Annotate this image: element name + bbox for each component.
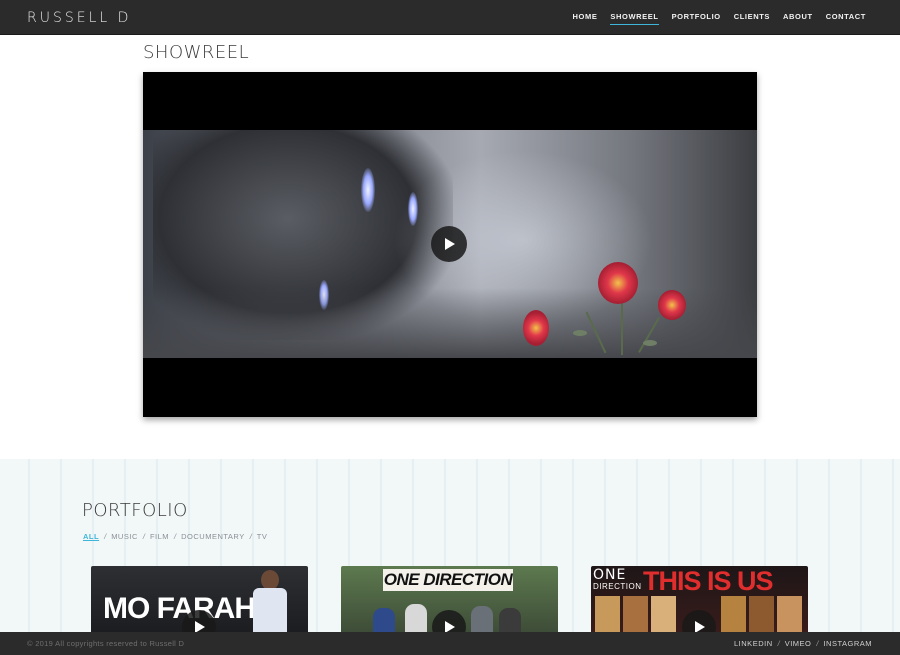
portfolio-filters: ALL / MUSIC / FILM / DOCUMENTARY / TV — [83, 532, 267, 541]
nav-home[interactable]: HOME — [573, 12, 598, 25]
filter-tv[interactable]: TV — [257, 532, 268, 541]
social-vimeo[interactable]: VIMEO — [785, 639, 812, 648]
photo-tile — [651, 596, 676, 636]
photo-tile — [595, 596, 620, 636]
photo-tile — [749, 596, 774, 636]
photo-tile — [721, 596, 746, 636]
photo-tile — [777, 596, 802, 636]
social-separator: / — [816, 639, 819, 648]
thumb-title-this-is-us: THIS IS US — [643, 566, 774, 596]
thumb-title-direction: DIRECTION — [593, 582, 642, 591]
thumb-title: ONE DIRECTION — [383, 569, 513, 591]
filter-documentary[interactable]: DOCUMENTARY — [181, 532, 245, 541]
social-linkedin[interactable]: LINKEDIN — [734, 639, 773, 648]
social-instagram[interactable]: INSTAGRAM — [823, 639, 872, 648]
filter-music[interactable]: MUSIC — [111, 532, 138, 541]
red-flower — [523, 310, 549, 346]
showreel-video-player[interactable] — [143, 72, 757, 417]
nav-contact[interactable]: CONTACT — [826, 12, 866, 25]
footer: © 2019 All copyrights reserved to Russel… — [0, 632, 900, 655]
photo-tile — [623, 596, 648, 636]
red-flower — [658, 290, 686, 320]
filter-separator: / — [249, 532, 252, 541]
filter-separator: / — [142, 532, 145, 541]
filter-all[interactable]: ALL — [83, 532, 99, 541]
light-glow — [408, 192, 418, 226]
leaf — [573, 330, 587, 336]
runner-figure — [251, 570, 291, 636]
showreel-heading: SHOWREEL — [143, 42, 250, 63]
red-flower — [598, 262, 638, 304]
nav-portfolio[interactable]: PORTFOLIO — [672, 12, 721, 25]
light-glow — [361, 168, 375, 212]
thumb-title: MO FARAH — [103, 592, 256, 625]
nav-showreel[interactable]: SHOWREEL — [610, 12, 659, 25]
nav-clients[interactable]: CLIENTS — [734, 12, 770, 25]
filter-separator: / — [104, 532, 107, 541]
social-links: LINKEDIN / VIMEO / INSTAGRAM — [734, 639, 872, 648]
portfolio-card-mo-farah[interactable]: MO FARAH — [91, 566, 308, 636]
portfolio-heading: PORTFOLIO — [82, 500, 188, 521]
flower-stem — [621, 295, 623, 355]
portfolio-card-this-is-us[interactable]: ONE DIRECTION THIS IS US — [591, 566, 808, 636]
thumb-title-one: ONE — [593, 567, 627, 583]
top-navbar: RUSSELL D HOME SHOWREEL PORTFOLIO CLIENT… — [0, 0, 900, 35]
filter-film[interactable]: FILM — [150, 532, 169, 541]
social-separator: / — [777, 639, 780, 648]
portfolio-card-one-direction[interactable]: ONE DIRECTION — [341, 566, 558, 636]
leaf — [643, 340, 657, 346]
main-nav: HOME SHOWREEL PORTFOLIO CLIENTS ABOUT CO… — [573, 12, 866, 25]
filter-separator: / — [174, 532, 177, 541]
copyright-text: © 2019 All copyrights reserved to Russel… — [27, 639, 185, 648]
runner-head — [261, 570, 279, 590]
play-icon[interactable] — [431, 226, 467, 262]
runner-body — [253, 588, 287, 636]
brand-logo[interactable]: RUSSELL D — [27, 10, 131, 26]
nav-about[interactable]: ABOUT — [783, 12, 813, 25]
